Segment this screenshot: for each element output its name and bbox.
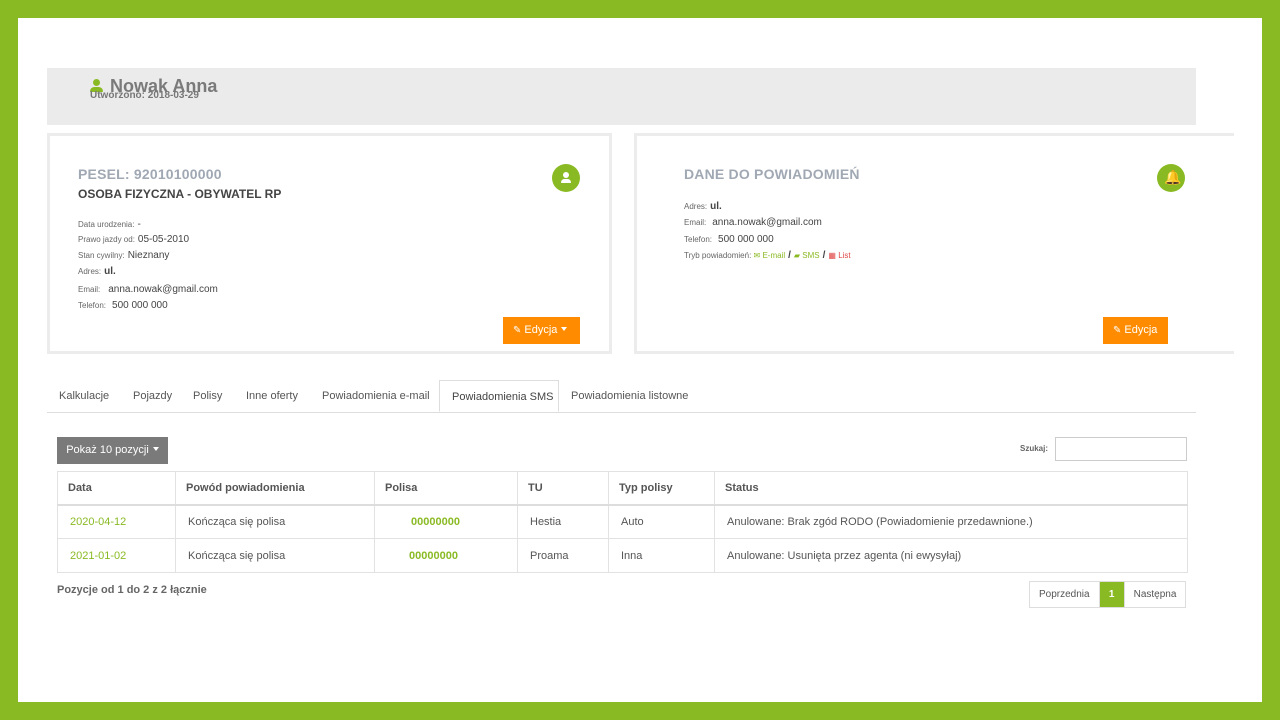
marital-row: Stan cywilny: Nieznany (78, 250, 170, 261)
table-header-row: Data Powód powiadomienia Polisa TU Typ p… (57, 471, 1188, 506)
tab-powiadomienia-listowne[interactable]: Powiadomienia listowne (559, 380, 700, 412)
tab-polisy[interactable]: Polisy (181, 380, 234, 412)
table-info: Pozycje od 1 do 2 z 2 łącznie (57, 584, 207, 596)
notif-address-row: Adres: ul. (684, 201, 722, 212)
col-data[interactable]: Data (57, 471, 176, 506)
notif-mode-row: Tryb powiadomień: ✉ E-mail / ▰ SMS / ▦ List (684, 250, 851, 261)
sms-notifications-table: Data Powód powiadomienia Polisa TU Typ p… (57, 471, 1188, 573)
email-row: Email: anna.nowak@gmail.com (78, 284, 218, 295)
col-status[interactable]: Status (714, 471, 1188, 506)
edit-button[interactable]: ✎ Edycja (1103, 317, 1168, 344)
cell-reason: Kończąca się polisa (175, 504, 375, 539)
personal-data-card: PESEL: 92010100000 OSOBA FIZYCZNA - OBYW… (47, 133, 612, 354)
person-type: OSOBA FIZYCZNA - OBYWATEL RP (78, 187, 282, 201)
cell-policy[interactable]: 00000000 (374, 538, 518, 573)
pagination-next[interactable]: Następna (1123, 582, 1186, 607)
table-row: 2021-01-02 Kończąca się polisa 00000000 … (57, 538, 1188, 573)
pesel-title: PESEL: 92010100000 (78, 166, 222, 182)
email-mode: ✉ E-mail (753, 251, 786, 260)
search-label: Szukaj: (1020, 444, 1049, 453)
page-length-dropdown[interactable]: Pokaż 10 pozycji (57, 437, 168, 464)
tab-powiadomienia-sms[interactable]: Powiadomienia SMS (439, 380, 559, 412)
sms-mode: ▰ SMS (793, 251, 820, 260)
notif-phone-row: Telefon: 500 000 000 (684, 234, 774, 245)
cell-status: Anulowane: Usunięta przez agenta (ni ewy… (714, 538, 1188, 573)
col-powod[interactable]: Powód powiadomienia (175, 471, 375, 506)
col-polisa[interactable]: Polisa (374, 471, 518, 506)
col-tu[interactable]: TU (517, 471, 609, 506)
created-date: Utworzono: 2018-03-29 (90, 90, 199, 101)
birthdate-row: Data urodzenia: - (78, 219, 141, 230)
tab-kalkulacje[interactable]: Kalkulacje (47, 380, 121, 412)
table-row: 2020-04-12 Kończąca się polisa 00000000 … (57, 504, 1188, 539)
notification-data-card: DANE DO POWIADOMIEŃ 🔔 Adres: ul. Email: an… (634, 133, 1234, 354)
phone-row: Telefon: 500 000 000 (78, 300, 168, 311)
caret-down-icon (152, 447, 159, 451)
cell-reason: Kończąca się polisa (175, 538, 375, 573)
letter-mode: ▦ List (828, 251, 851, 260)
notification-title: DANE DO POWIADOMIEŃ (684, 166, 860, 182)
edit-dropdown-button[interactable]: ✎ Edycja (503, 317, 580, 344)
pagination: Poprzednia 1 Następna (1029, 581, 1187, 608)
pencil-icon: ✎ (1113, 325, 1122, 336)
address-row: Adres: ul. (78, 266, 116, 277)
tab-pojazdy[interactable]: Pojazdy (121, 380, 184, 412)
cell-date[interactable]: 2020-04-12 (57, 504, 176, 539)
pencil-icon: ✎ (513, 325, 522, 336)
cell-tu: Proama (517, 538, 609, 573)
cell-type: Auto (608, 504, 715, 539)
search-input[interactable] (1055, 437, 1187, 461)
pagination-page-1[interactable]: 1 (1099, 582, 1124, 607)
user-circle-icon (552, 164, 580, 192)
tab-bar: Kalkulacje Pojazdy Polisy Inne oferty Po… (47, 380, 1196, 413)
cell-status: Anulowane: Brak zgód RODO (Powiadomienie… (714, 504, 1188, 539)
license-row: Prawo jazdy od: 05-05-2010 (78, 234, 190, 245)
bell-circle-icon: 🔔 (1157, 164, 1185, 192)
tab-powiadomienia-email[interactable]: Powiadomienia e-mail (310, 380, 442, 412)
cell-policy[interactable]: 00000000 (374, 504, 518, 539)
cell-date[interactable]: 2021-01-02 (57, 538, 176, 573)
pagination-prev[interactable]: Poprzednia (1030, 582, 1100, 607)
notif-email-row: Email: anna.nowak@gmail.com (684, 217, 822, 228)
cell-type: Inna (608, 538, 715, 573)
client-header (47, 68, 1196, 125)
tab-inne-oferty[interactable]: Inne oferty (234, 380, 310, 412)
caret-down-icon (561, 327, 568, 331)
cell-tu: Hestia (517, 504, 609, 539)
col-typ-polisy[interactable]: Typ polisy (608, 471, 715, 506)
